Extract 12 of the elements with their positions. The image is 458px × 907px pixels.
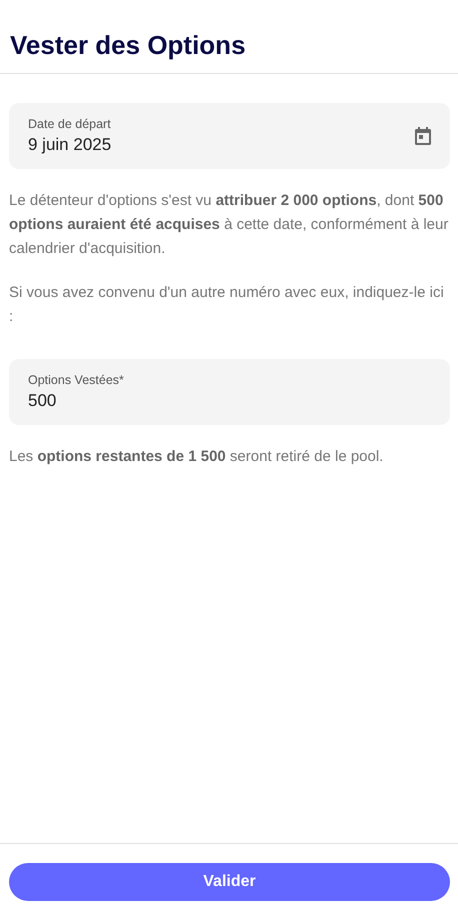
field-label: Date de départ [28,117,112,131]
field-label: Options Vestées* [28,373,124,387]
paragraph: Les options restantes de 1 500 seront retiré de le pool. [9,447,384,467]
field-value: 500 [28,391,58,411]
submit-button[interactable]: Valider [9,863,450,901]
field-value: 9 juin 2025 [28,135,112,155]
date-field[interactable]: Date de départ 9 juin 2025 [9,103,450,169]
page-title: Vester des Options [10,30,247,61]
paragraph: Le détenteur d'options s'est vu attribuer 2 000 options, dont 500 options auraient été acquises à cette date, conformément à leur calendrier d'acquisition. [9,191,450,259]
options-field[interactable]: Options Vestées* 500 [9,359,450,425]
paragraph: Si vous avez convenu d'un autre numéro avec eux, indiquez-le ici : [9,283,445,327]
calendar-icon[interactable] [415,127,431,145]
